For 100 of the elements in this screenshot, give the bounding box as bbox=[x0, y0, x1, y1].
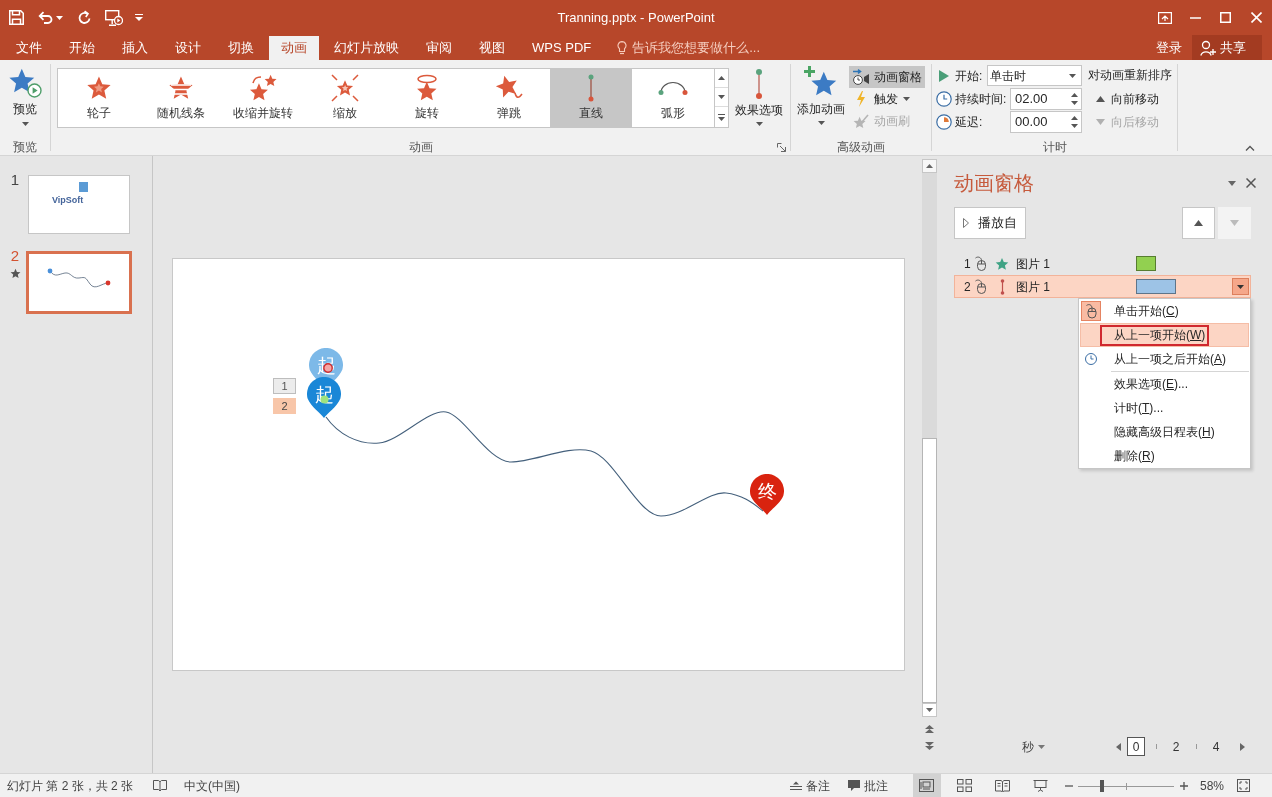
search-field[interactable]: 告诉我您想要做什么... bbox=[617, 36, 765, 60]
scrollbar-thumb[interactable] bbox=[922, 438, 937, 703]
scroll-left-icon[interactable] bbox=[1116, 743, 1121, 751]
animation-list-item[interactable]: 2 图片 1 bbox=[954, 275, 1251, 298]
end-marker: 终 bbox=[750, 474, 784, 515]
share-button[interactable]: 共享 bbox=[1192, 35, 1262, 60]
time-unit-dropdown[interactable]: 秒 bbox=[1022, 737, 1045, 757]
field-label: 持续时间: bbox=[955, 90, 1007, 108]
ribbon-tab[interactable]: 审阅 bbox=[414, 36, 464, 60]
menu-item[interactable]: 从上一项之后开始(A) bbox=[1080, 347, 1249, 371]
scroll-up-icon[interactable] bbox=[718, 76, 725, 80]
previous-slide-icon[interactable] bbox=[925, 724, 934, 734]
timeline-tick-label: 4 bbox=[1211, 738, 1221, 756]
menu-item[interactable]: 删除(R) bbox=[1080, 444, 1249, 468]
up-triangle-icon bbox=[1194, 220, 1203, 226]
caret-icon bbox=[903, 97, 910, 101]
preview-button[interactable]: 预览 bbox=[4, 66, 46, 134]
menu-item[interactable]: 从上一项开始(W) bbox=[1080, 323, 1249, 347]
ribbon-tab[interactable]: 切换 bbox=[216, 36, 266, 60]
ribbon-tab[interactable]: 设计 bbox=[163, 36, 213, 60]
dropdown-caret-icon[interactable] bbox=[1228, 180, 1236, 186]
slide-thumbnail[interactable]: VipSoft bbox=[28, 175, 130, 234]
field-label: 开始: bbox=[955, 67, 983, 85]
mouse-icon bbox=[974, 256, 986, 271]
ribbon-tab[interactable]: 幻灯片放映 bbox=[322, 36, 411, 60]
ribbon-tab[interactable]: WPS PDF bbox=[520, 36, 604, 60]
ribbon-tab[interactable]: 开始 bbox=[57, 36, 107, 60]
ribbon-display-icon[interactable] bbox=[1158, 11, 1172, 24]
ribbon-tab[interactable]: 视图 bbox=[467, 36, 517, 60]
group-label: 计时 bbox=[1042, 139, 1067, 154]
next-slide-icon[interactable] bbox=[925, 741, 934, 751]
curve-drawing bbox=[47, 268, 111, 288]
star-plus-icon bbox=[804, 66, 838, 98]
star-icon bbox=[9, 268, 21, 279]
redo-icon[interactable] bbox=[77, 10, 92, 25]
slide-thumbnail[interactable] bbox=[26, 251, 132, 314]
save-icon[interactable] bbox=[8, 10, 24, 25]
notes-button[interactable]: 备注 bbox=[789, 776, 830, 795]
slider-thumb[interactable] bbox=[1099, 779, 1104, 792]
caret-icon bbox=[1038, 745, 1045, 749]
menu-item[interactable]: 计时(T)... bbox=[1080, 396, 1249, 420]
line-path-icon bbox=[755, 69, 763, 99]
group-label: 预览 bbox=[13, 139, 37, 154]
slide-counter: 幻灯片 第 2 张，共 2 张 bbox=[7, 777, 134, 795]
menu-item[interactable]: 效果选项(E)... bbox=[1080, 372, 1249, 396]
zoom-level[interactable]: 58% bbox=[1199, 776, 1224, 795]
minimize-icon[interactable] bbox=[1189, 16, 1201, 19]
menu-item[interactable]: 单击开始(C) bbox=[1080, 299, 1249, 323]
scroll-down-icon[interactable] bbox=[718, 95, 725, 99]
customize-icon[interactable] bbox=[135, 14, 143, 21]
sign-in-link[interactable]: 登录 bbox=[1152, 36, 1186, 60]
animation-list-item[interactable]: 1 图片 1 bbox=[954, 252, 1251, 275]
ribbon-tab[interactable]: 动画 bbox=[269, 36, 319, 60]
group-label: 动画 bbox=[408, 139, 433, 154]
zoom-in-icon[interactable] bbox=[1179, 781, 1188, 790]
delay-field[interactable]: 00.00 bbox=[1010, 110, 1082, 133]
reorder-button[interactable]: 向前移动 bbox=[1088, 87, 1159, 110]
line-path-icon bbox=[588, 74, 594, 102]
maximize-icon[interactable] bbox=[1219, 12, 1231, 23]
ribbon-button[interactable]: 触发 bbox=[849, 88, 913, 110]
scroll-right-icon[interactable] bbox=[1240, 743, 1245, 751]
collapse-ribbon-icon[interactable] bbox=[1245, 145, 1255, 151]
more-icon[interactable] bbox=[718, 113, 725, 121]
fit-to-window-icon[interactable] bbox=[1237, 779, 1250, 792]
animation-number-tag[interactable]: 1 bbox=[273, 378, 296, 394]
path-start-point-icon bbox=[320, 395, 329, 404]
scroll-down-icon[interactable] bbox=[922, 703, 937, 717]
star-play-icon bbox=[8, 66, 42, 98]
start-dropdown[interactable]: 单击时 bbox=[987, 65, 1082, 86]
menu-item[interactable]: 隐藏高级日程表(H) bbox=[1080, 420, 1249, 444]
spin-arrows-icon[interactable] bbox=[1071, 114, 1078, 129]
comments-button[interactable]: 批注 bbox=[847, 776, 888, 795]
animation-number-tag[interactable]: 2 bbox=[273, 398, 296, 414]
add-animation-button[interactable]: 添加动画 bbox=[794, 60, 848, 130]
effect-gallery-item[interactable]: 直线 bbox=[550, 69, 632, 127]
close-icon[interactable] bbox=[1246, 178, 1256, 188]
comment-icon bbox=[847, 780, 860, 791]
ribbon-tab[interactable]: 文件 bbox=[4, 36, 54, 60]
zoom-slider[interactable] bbox=[1077, 778, 1174, 793]
slideshow-icon bbox=[1033, 779, 1049, 792]
scroll-up-icon[interactable] bbox=[922, 159, 937, 173]
move-up-button[interactable] bbox=[1182, 207, 1215, 239]
effect-options-button[interactable]: 效果选项 bbox=[731, 62, 787, 130]
timer-icon bbox=[936, 113, 952, 130]
ribbon-button[interactable]: 动画窗格 bbox=[849, 66, 925, 88]
duration-field[interactable]: 02.00 bbox=[1010, 87, 1082, 110]
field-label: 延迟: bbox=[955, 113, 983, 131]
dialog-launcher-icon[interactable] bbox=[777, 143, 786, 152]
undo-icon[interactable] bbox=[38, 11, 53, 24]
pane-title: 动画窗格 bbox=[954, 171, 1034, 196]
item-dropdown-button[interactable] bbox=[1232, 278, 1249, 295]
presentation-icon[interactable] bbox=[105, 9, 123, 26]
ribbon-tab[interactable]: 插入 bbox=[110, 36, 160, 60]
down-triangle-icon bbox=[1096, 118, 1105, 125]
play-from-button[interactable]: 播放自 bbox=[954, 207, 1026, 239]
spin-arrows-icon[interactable] bbox=[1071, 91, 1078, 106]
language-button[interactable]: 中文(中国) bbox=[184, 776, 241, 795]
zoom-out-icon[interactable] bbox=[1064, 784, 1073, 787]
proofing-icon[interactable] bbox=[153, 779, 168, 792]
view-button[interactable] bbox=[912, 774, 941, 797]
